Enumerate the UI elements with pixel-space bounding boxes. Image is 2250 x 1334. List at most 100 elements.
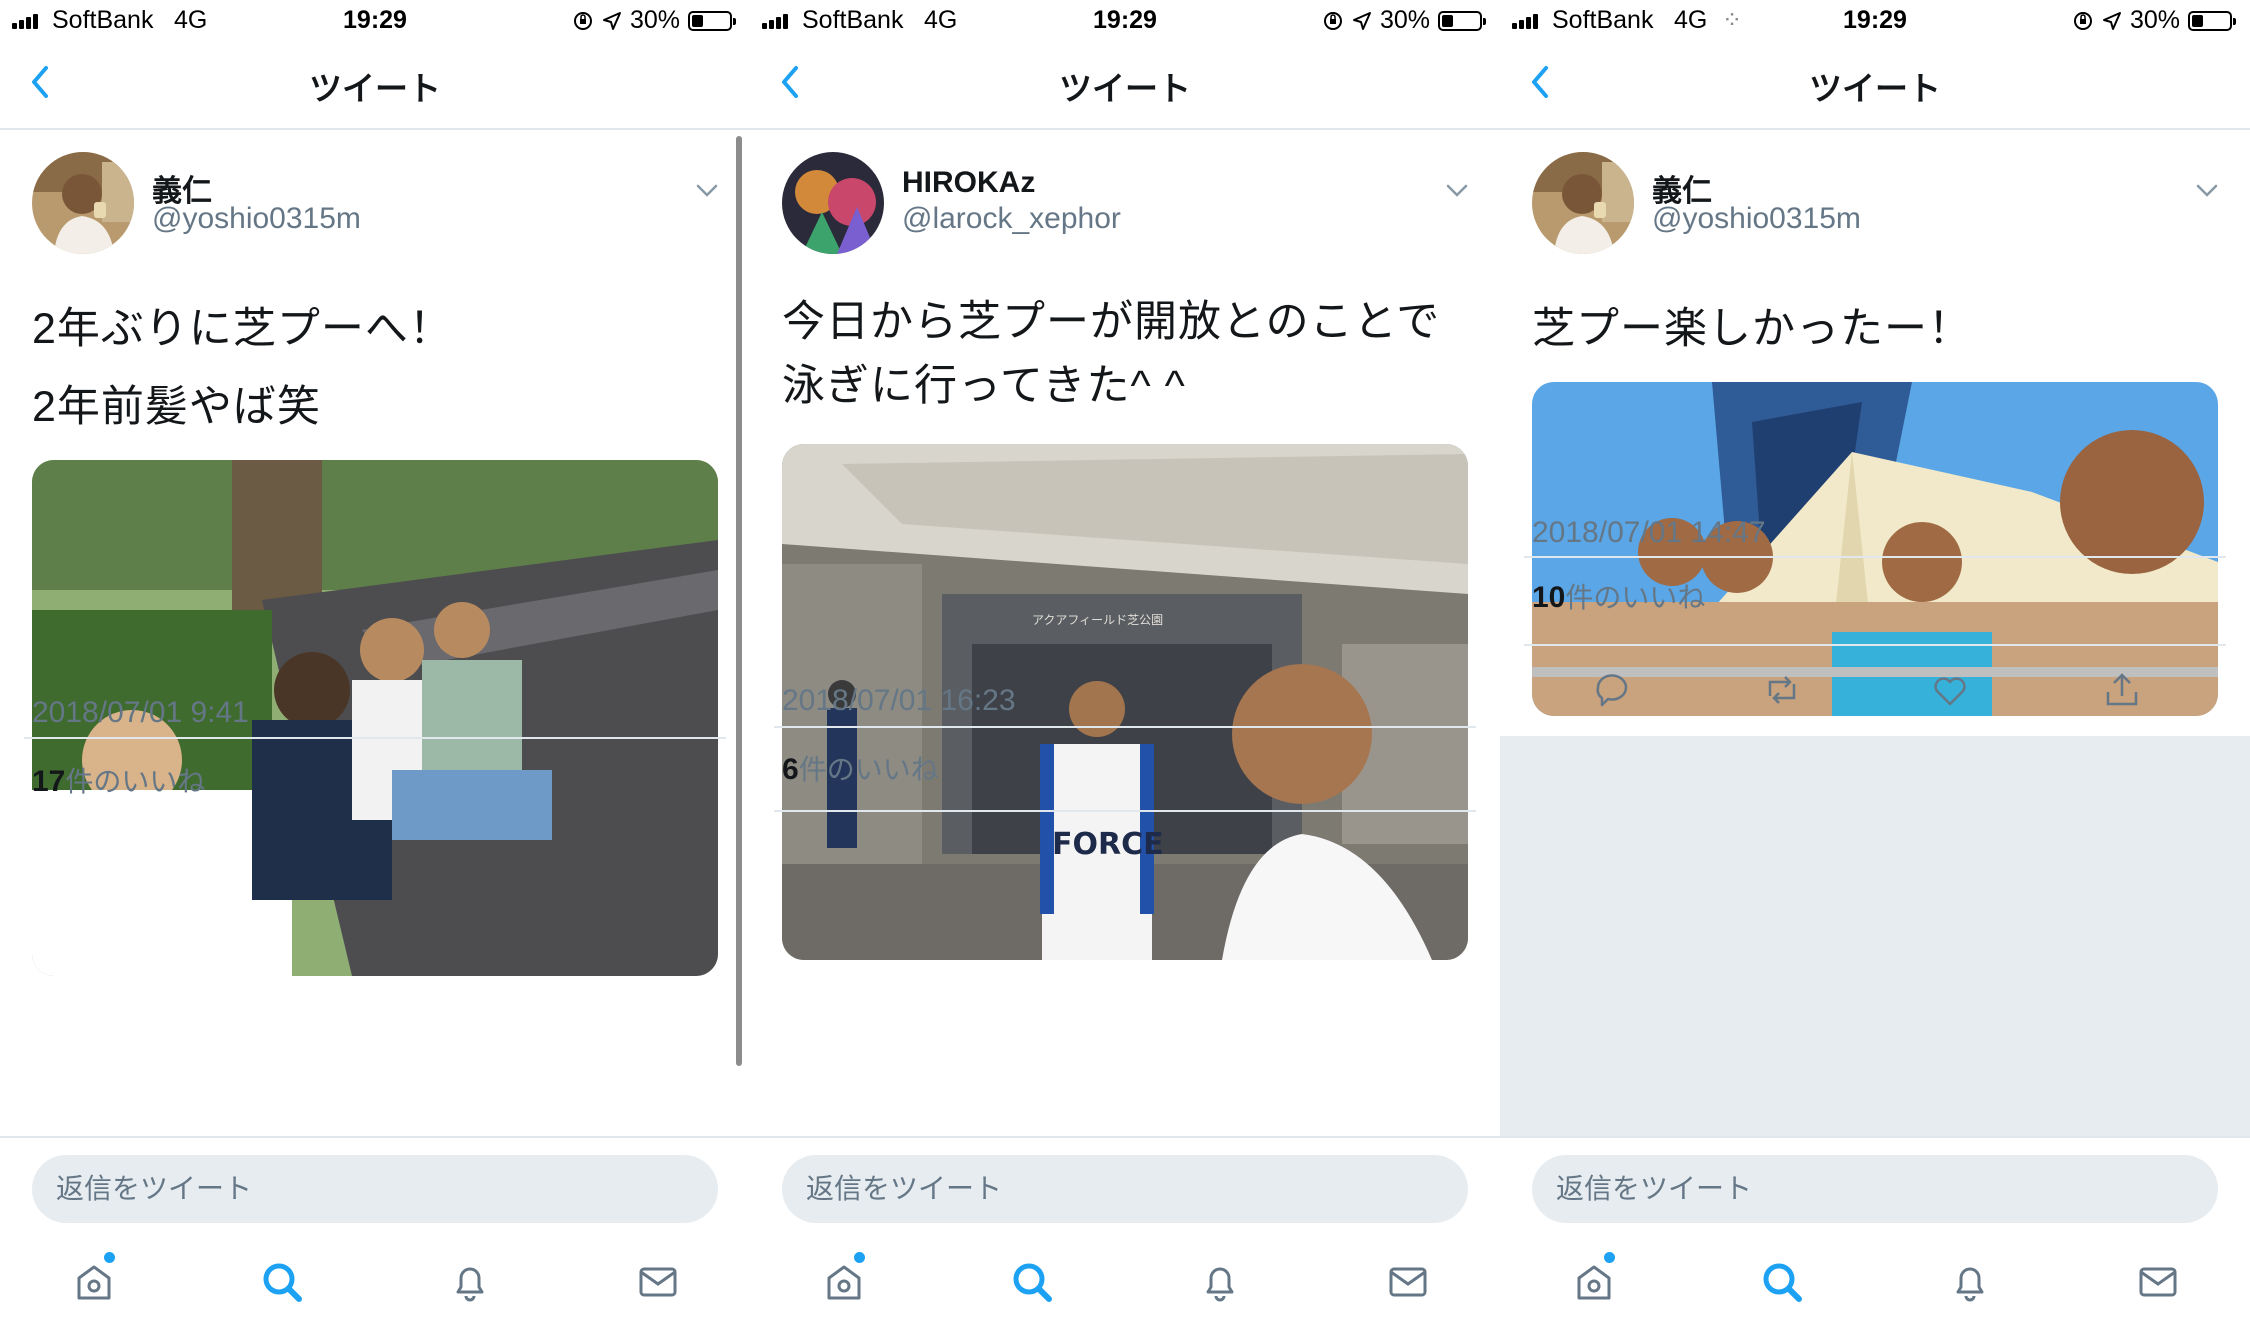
user-handle[interactable]: @yoshio0315m — [152, 202, 361, 236]
tweet-actions — [1500, 646, 2250, 736]
divider — [24, 737, 726, 739]
reply-input[interactable]: 返信をツイート — [782, 1155, 1468, 1223]
screen-tweet-3: SoftBank 4G ⁘ 19:29 30% ツイート 義仁 @yoshio0… — [1500, 0, 2250, 1334]
scrollbar[interactable] — [736, 136, 742, 1066]
display-name[interactable]: HIROKAz — [902, 166, 1035, 200]
status-bar: SoftBank 4G ⁘ 19:29 30% — [1500, 0, 2250, 40]
likes-label: 件のいいね — [65, 766, 206, 797]
likes-label: 件のいいね — [1565, 582, 1706, 613]
search-icon — [1013, 1263, 1052, 1302]
tweet-text-line: 泳ぎに行ってきた^ ^ — [782, 362, 1186, 410]
likes-number: 10 — [1532, 581, 1566, 614]
status-bar: SoftBank 4G 19:29 30% — [750, 0, 1500, 40]
messages-icon — [1389, 1267, 1427, 1297]
location-icon — [602, 11, 621, 30]
user-handle[interactable]: @yoshio0315m — [1652, 202, 1861, 236]
tab-notifications[interactable] — [1196, 1258, 1244, 1306]
tab-search[interactable] — [258, 1258, 306, 1306]
tweet-detail: HIROKAz @larock_xephor 今日から芝プーが開放とのことで 泳… — [750, 130, 1500, 1136]
nav-bar: ツイート — [0, 40, 750, 130]
retweet-icon[interactable] — [1760, 668, 1804, 712]
tweet-text: 芝プー楽しかったー！ — [1532, 290, 2222, 368]
location-icon — [2102, 11, 2121, 30]
tab-bar — [0, 1226, 750, 1334]
notifications-icon — [456, 1267, 484, 1302]
orientation-lock-icon — [1323, 11, 1342, 30]
chevron-down-icon[interactable] — [694, 178, 720, 204]
empty-area — [1500, 736, 2250, 1136]
tweet-text: 2年ぶりに芝プーへ！ 2年前髪やば笑 — [32, 290, 722, 446]
tweet-text: 今日から芝プーが開放とのことで 泳ぎに行ってきた^ ^ — [782, 290, 1472, 418]
status-bar: SoftBank 4G 19:29 30% — [0, 0, 750, 40]
share-icon[interactable] — [2100, 668, 2144, 712]
tweet-timestamp: 2018/07/01 16:23 — [782, 684, 1016, 717]
tweet-text-line: 今日から芝プーが開放とのことで — [782, 298, 1441, 346]
battery-icon — [688, 10, 736, 31]
home-icon — [77, 1265, 111, 1300]
tab-bar — [750, 1226, 1500, 1334]
battery-percent: 30% — [629, 6, 680, 34]
divider — [774, 726, 1476, 728]
location-icon — [1352, 11, 1371, 30]
tab-notifications[interactable] — [1946, 1258, 1994, 1306]
tweet-text-line: 2年ぶりに芝プーへ！ — [32, 305, 453, 353]
search-icon — [1763, 1263, 1802, 1302]
tab-messages[interactable] — [2134, 1258, 2182, 1306]
new-content-dot — [854, 1252, 865, 1263]
like-heart-icon[interactable] — [1928, 668, 1972, 712]
divider — [1524, 556, 2226, 558]
page-title: ツイート — [1809, 70, 1941, 107]
battery-percent: 30% — [1379, 6, 1430, 34]
search-icon — [263, 1263, 302, 1302]
tweet-timestamp: 2018/07/01 14:47 — [1532, 516, 1766, 549]
likes-label: 件のいいね — [798, 754, 939, 785]
likes-number: 6 — [782, 753, 799, 786]
home-icon — [1577, 1265, 1611, 1300]
tweet-text-line: 芝プー楽しかったー！ — [1532, 305, 1972, 353]
tab-home[interactable] — [820, 1252, 868, 1306]
avatar[interactable] — [32, 152, 134, 254]
battery-icon — [2188, 10, 2236, 31]
orientation-lock-icon — [2073, 11, 2092, 30]
tweet-timestamp: 2018/07/01 9:41 — [32, 696, 249, 729]
new-content-dot — [1604, 1252, 1615, 1263]
likes-count[interactable]: 10件のいいね — [1532, 576, 1705, 616]
avatar[interactable] — [1532, 152, 1634, 254]
tab-messages[interactable] — [634, 1258, 682, 1306]
chevron-down-icon[interactable] — [2194, 178, 2220, 204]
avatar[interactable] — [782, 152, 884, 254]
reply-bar: 返信をツイート — [1500, 1136, 2250, 1226]
reply-input[interactable]: 返信をツイート — [1532, 1155, 2218, 1223]
battery-icon — [1438, 10, 1486, 31]
screen-tweet-1: SoftBank 4G 19:29 30% ツイート 義仁 @yoshio031… — [0, 0, 750, 1334]
tweet-text-line: 2年前髪やば笑 — [32, 383, 321, 431]
tab-home[interactable] — [70, 1252, 118, 1306]
divider — [774, 810, 1476, 812]
tab-search[interactable] — [1008, 1258, 1056, 1306]
likes-count[interactable]: 17件のいいね — [32, 760, 205, 800]
home-icon — [827, 1265, 861, 1300]
page-title: ツイート — [309, 70, 441, 107]
page-title: ツイート — [1059, 70, 1191, 107]
shirt-text: FORCE — [1052, 827, 1164, 862]
messages-icon — [639, 1267, 677, 1297]
tab-search[interactable] — [1758, 1258, 1806, 1306]
reply-icon[interactable] — [1590, 668, 1634, 712]
chevron-down-icon[interactable] — [1444, 178, 1470, 204]
tab-messages[interactable] — [1384, 1258, 1432, 1306]
reply-input[interactable]: 返信をツイート — [32, 1155, 718, 1223]
reply-bar: 返信をツイート — [0, 1136, 750, 1226]
nav-bar: ツイート — [1500, 40, 2250, 130]
messages-icon — [2139, 1267, 2177, 1297]
orientation-lock-icon — [573, 11, 592, 30]
tweet-detail: 義仁 @yoshio0315m 2年ぶりに芝プーへ！ 2年前髪やば笑 2018/… — [0, 130, 750, 1136]
tab-home[interactable] — [1570, 1252, 1618, 1306]
notifications-icon — [1206, 1267, 1234, 1302]
likes-count[interactable]: 6件のいいね — [782, 748, 939, 788]
building-sign: アクアフィールド芝公園 — [1032, 612, 1163, 627]
screen-tweet-2: SoftBank 4G 19:29 30% ツイート HIROKAz @laro… — [750, 0, 1500, 1334]
nav-bar: ツイート — [750, 40, 1500, 130]
new-content-dot — [104, 1252, 115, 1263]
user-handle[interactable]: @larock_xephor — [902, 202, 1121, 236]
tab-notifications[interactable] — [446, 1258, 494, 1306]
